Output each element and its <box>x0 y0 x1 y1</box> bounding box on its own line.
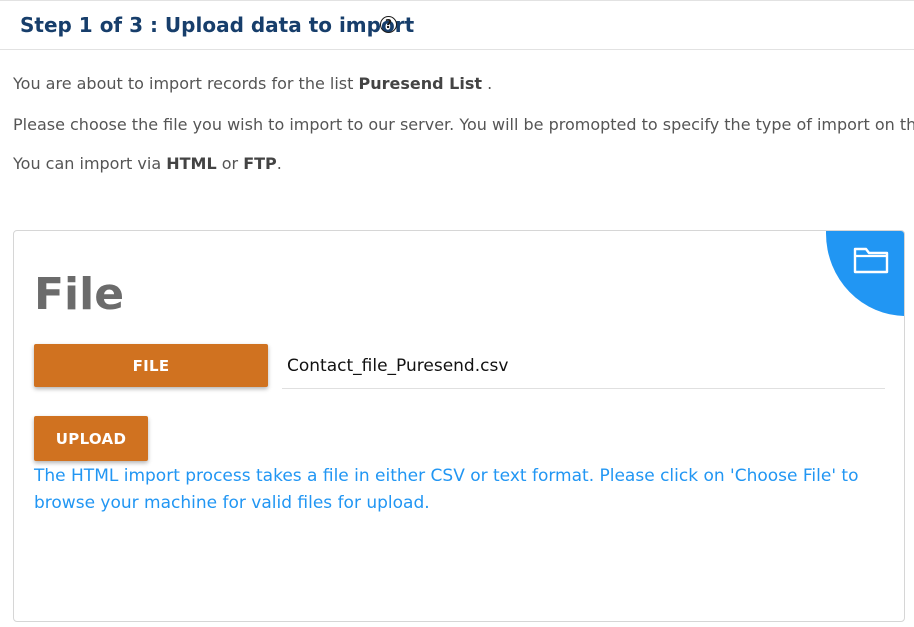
list-name: Puresend List <box>358 74 482 93</box>
intro-text: You are about to import records for the … <box>13 74 359 93</box>
intro-line-instructions: Please choose the file you wish to impor… <box>13 115 914 134</box>
intro-text: You can import via <box>13 154 167 173</box>
card-title: File <box>34 269 125 320</box>
page-title: Step 1 of 3 : Upload data to import <box>20 13 415 37</box>
folder-icon <box>853 247 889 274</box>
upload-button[interactable]: UPLOAD <box>34 416 148 461</box>
help-icon[interactable]: ? <box>380 16 397 33</box>
method-ftp: FTP <box>243 154 277 173</box>
intro-text: or <box>216 154 244 173</box>
intro-text: . <box>481 74 493 93</box>
choose-file-button[interactable]: FILE <box>34 344 268 387</box>
file-card: File FILE UPLOAD The HTML import process… <box>13 230 905 622</box>
method-html: HTML <box>166 154 217 173</box>
upload-help-text: The HTML import process takes a file in … <box>34 466 859 513</box>
file-name-field[interactable] <box>282 344 885 389</box>
intro-line-methods: You can import via HTML or FTP. <box>13 154 282 173</box>
intro-line-list: You are about to import records for the … <box>13 74 492 93</box>
page-header: Step 1 of 3 : Upload data to import ? <box>0 0 914 50</box>
intro-text: . <box>276 154 282 173</box>
